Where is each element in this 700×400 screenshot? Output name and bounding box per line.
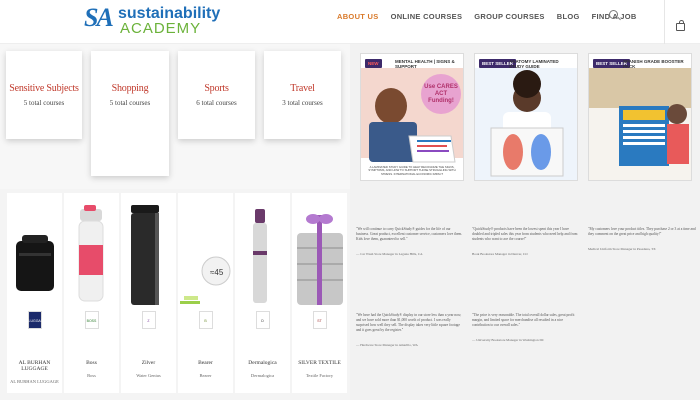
product-banner-spanish[interactable]: BEST SELLER SPANISH GRADE BOOSTER PACK xyxy=(588,53,692,181)
page: SA sustainability ACADEMY ABOUT US ONLIN… xyxy=(0,0,700,400)
site-logo[interactable]: SA sustainability ACADEMY xyxy=(84,3,244,37)
testimonial-quote: "We will continue to carry QuickStudy® g… xyxy=(356,227,463,241)
testimonial-quote: "QuickStudy® products have been the lowe… xyxy=(472,227,578,241)
testimonial: "My customers love your product titles. … xyxy=(588,227,696,251)
testimonial: "QuickStudy® products have been the lowe… xyxy=(472,227,580,256)
product-card[interactable]: ≈45 B Bearer Bearer xyxy=(178,193,233,393)
category-title: Shopping xyxy=(111,83,149,94)
product-image: Z xyxy=(121,193,176,333)
product-subtitle: Bearer xyxy=(199,373,212,378)
nav-online-courses[interactable]: ONLINE COURSES xyxy=(391,12,463,21)
product-name: AL BURHAN LUGGAGE xyxy=(18,360,51,372)
testimonial: "We will continue to carry QuickStudy® g… xyxy=(356,227,464,256)
category-title: Sensitive Subjects xyxy=(9,83,79,94)
nav-about-us[interactable]: ABOUT US xyxy=(337,12,379,21)
product-card[interactable]: Z Zilver Water Genius xyxy=(121,193,176,393)
category-card-sports[interactable]: Sports 6 total courses xyxy=(178,51,255,139)
testimonial-author: — Hardware Store Manager in Amarillo, WA xyxy=(356,343,418,347)
banner-title: SPANISH GRADE BOOSTER PACK xyxy=(623,59,684,69)
product-card[interactable]: BOSS Boss Boss xyxy=(64,193,119,393)
product-image: D xyxy=(235,193,290,333)
category-section: Sensitive Subjects 5 total courses Shopp… xyxy=(0,44,350,189)
brand-logo: D xyxy=(255,311,270,329)
category-card-shopping[interactable]: Shopping 5 total courses xyxy=(91,51,169,176)
brand-logo: LUGGAGE xyxy=(27,311,46,329)
product-name: Dermalogica xyxy=(248,360,277,366)
product-image: BOSS xyxy=(64,193,119,333)
banner-title: MENTAL HEALTH | SIGNS & SUPPORT xyxy=(395,59,455,69)
site-header: SA sustainability ACADEMY ABOUT US ONLIN… xyxy=(0,0,700,44)
nav-group-courses[interactable]: GROUP COURSES xyxy=(474,12,544,21)
nav-blog[interactable]: BLOG xyxy=(557,12,580,21)
testimonial: "We have had the QuickStudy® display in … xyxy=(356,313,464,347)
banner-title: ANATOMY LAMINATED STUDY GUIDE xyxy=(509,59,559,69)
brand-logo: B xyxy=(198,311,213,329)
product-card[interactable]: D Dermalogica Dermalogica xyxy=(235,193,290,393)
featured-section: NEW MENTAL HEALTH | SIGNS & SUPPORT Use … xyxy=(350,44,700,400)
testimonial-author: Medical Uniform Store Manager in Pasaden… xyxy=(588,247,656,251)
product-name: Boss xyxy=(86,360,97,366)
testimonial-quote: "The price is very reasonable. The total… xyxy=(472,313,575,327)
product-name: Zilver xyxy=(141,360,156,366)
product-subtitle: Dermalogica xyxy=(250,373,275,378)
brand-logo: ST xyxy=(312,311,327,329)
category-title: Travel xyxy=(290,83,315,94)
category-card-sensitive-subjects[interactable]: Sensitive Subjects 5 total courses xyxy=(6,51,82,139)
header-divider xyxy=(664,0,665,44)
main-nav: ABOUT US ONLINE COURSES GROUP COURSES BL… xyxy=(337,12,637,21)
testimonial-quote: "My customers love your product titles. … xyxy=(588,227,696,236)
testimonial-author: — University Bookstore Manager in Washin… xyxy=(472,338,545,342)
product-subtitle: Boss xyxy=(87,373,96,378)
product-subtitle: AL BURHAN LUGGAGE xyxy=(10,379,59,384)
product-subtitle: Textile Factory xyxy=(305,373,334,378)
testimonial-author: Book Bookstore Manager in Denver, CO xyxy=(472,252,528,256)
product-subtitle: Water Genius xyxy=(136,373,161,378)
logo-text-academy: ACADEMY xyxy=(120,20,202,37)
product-image: ST xyxy=(292,193,347,333)
category-count: 6 total courses xyxy=(196,99,237,107)
logo-mark: SA xyxy=(84,3,114,32)
bag-icon[interactable] xyxy=(676,20,685,31)
testimonial: "The price is very reasonable. The total… xyxy=(472,313,580,342)
category-card-travel[interactable]: Travel 3 total courses xyxy=(264,51,341,139)
brand-logo: Z xyxy=(141,311,156,329)
product-banner-anatomy[interactable]: BEST SELLER ANATOMY LAMINATED STUDY GUID… xyxy=(474,53,578,181)
product-card[interactable]: LUGGAGE AL BURHAN LUGGAGE AL BURHAN LUGG… xyxy=(7,193,62,393)
banner-tag: NEW xyxy=(365,59,382,68)
banner-sticker: Use CARES ACT Funding! xyxy=(424,84,458,104)
testimonial-quote: "We have had the QuickStudy® display in … xyxy=(356,313,462,332)
category-count: 5 total courses xyxy=(109,99,151,107)
search-icon[interactable] xyxy=(609,10,618,19)
product-image: ≈45 B xyxy=(178,193,233,333)
product-banner-mental-health[interactable]: NEW MENTAL HEALTH | SIGNS & SUPPORT Use … xyxy=(360,53,464,181)
product-name: SILVER TEXTILE xyxy=(298,360,341,366)
category-count: 3 total courses xyxy=(282,99,323,107)
product-card[interactable]: ST SILVER TEXTILE Textile Factory xyxy=(292,193,347,393)
brand-logo: BOSS xyxy=(84,311,99,329)
product-image: LUGGAGE xyxy=(7,193,62,333)
product-logos-section: LUGGAGE AL BURHAN LUGGAGE AL BURHAN LUGG… xyxy=(0,189,350,400)
testimonial-author: — Car Wash Store Manager in Laguna Hills… xyxy=(356,252,423,256)
product-name: Bearer xyxy=(198,360,213,366)
banner-note: A LAMINATED STUDY GUIDE TO HELP RECOGNIZ… xyxy=(368,164,456,176)
category-count: 5 total courses xyxy=(23,99,65,107)
category-title: Sports xyxy=(204,83,229,94)
svg-text:≈45: ≈45 xyxy=(210,268,224,277)
